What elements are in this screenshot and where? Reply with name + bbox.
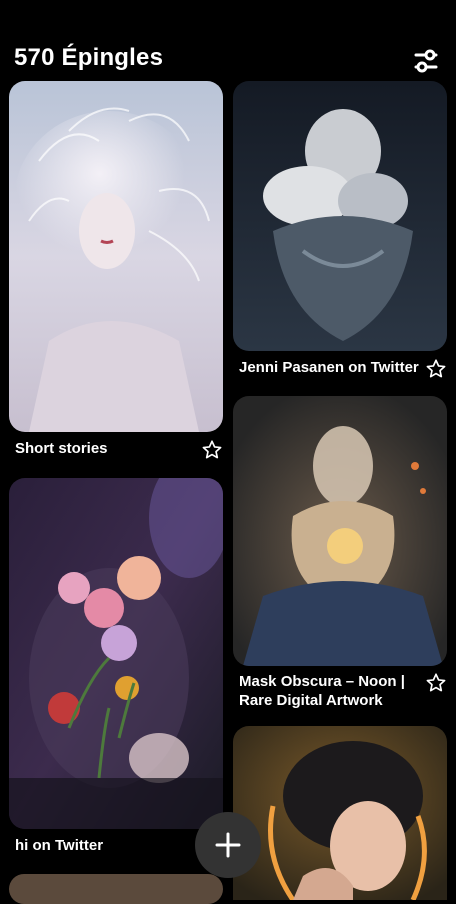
plus-icon	[215, 832, 241, 858]
pin-caption: Jenni Pasanen on Twitter	[239, 359, 419, 376]
pin-card[interactable]	[233, 726, 447, 900]
pin-caption: hi on Twitter	[15, 837, 104, 854]
page-title: 570 Épingles	[14, 44, 164, 71]
pin-caption: Short stories	[15, 440, 108, 457]
pin-image[interactable]	[9, 81, 223, 432]
star-outline-icon[interactable]	[425, 358, 447, 380]
sliders-icon	[414, 49, 438, 73]
pin-image[interactable]	[9, 478, 223, 829]
add-button[interactable]	[195, 812, 261, 878]
pin-caption: Mask Obscura – Noon | Rare Digital Artwo…	[239, 673, 405, 709]
star-outline-icon[interactable]	[425, 672, 447, 694]
pin-card[interactable]: Mask Obscura – Noon | Rare Digital Artwo…	[233, 396, 447, 711]
star-outline-icon[interactable]	[201, 439, 223, 461]
pin-card[interactable]: hi on Twitter	[9, 478, 223, 858]
pin-card[interactable]: Jenni Pasanen on Twitter	[233, 81, 447, 381]
pin-image[interactable]	[233, 396, 447, 666]
pin-card[interactable]: Short stories	[9, 81, 223, 461]
filter-button[interactable]	[410, 46, 442, 76]
pin-image[interactable]	[233, 81, 447, 351]
pin-image[interactable]	[233, 726, 447, 900]
header: 570 Épingles	[0, 0, 456, 80]
